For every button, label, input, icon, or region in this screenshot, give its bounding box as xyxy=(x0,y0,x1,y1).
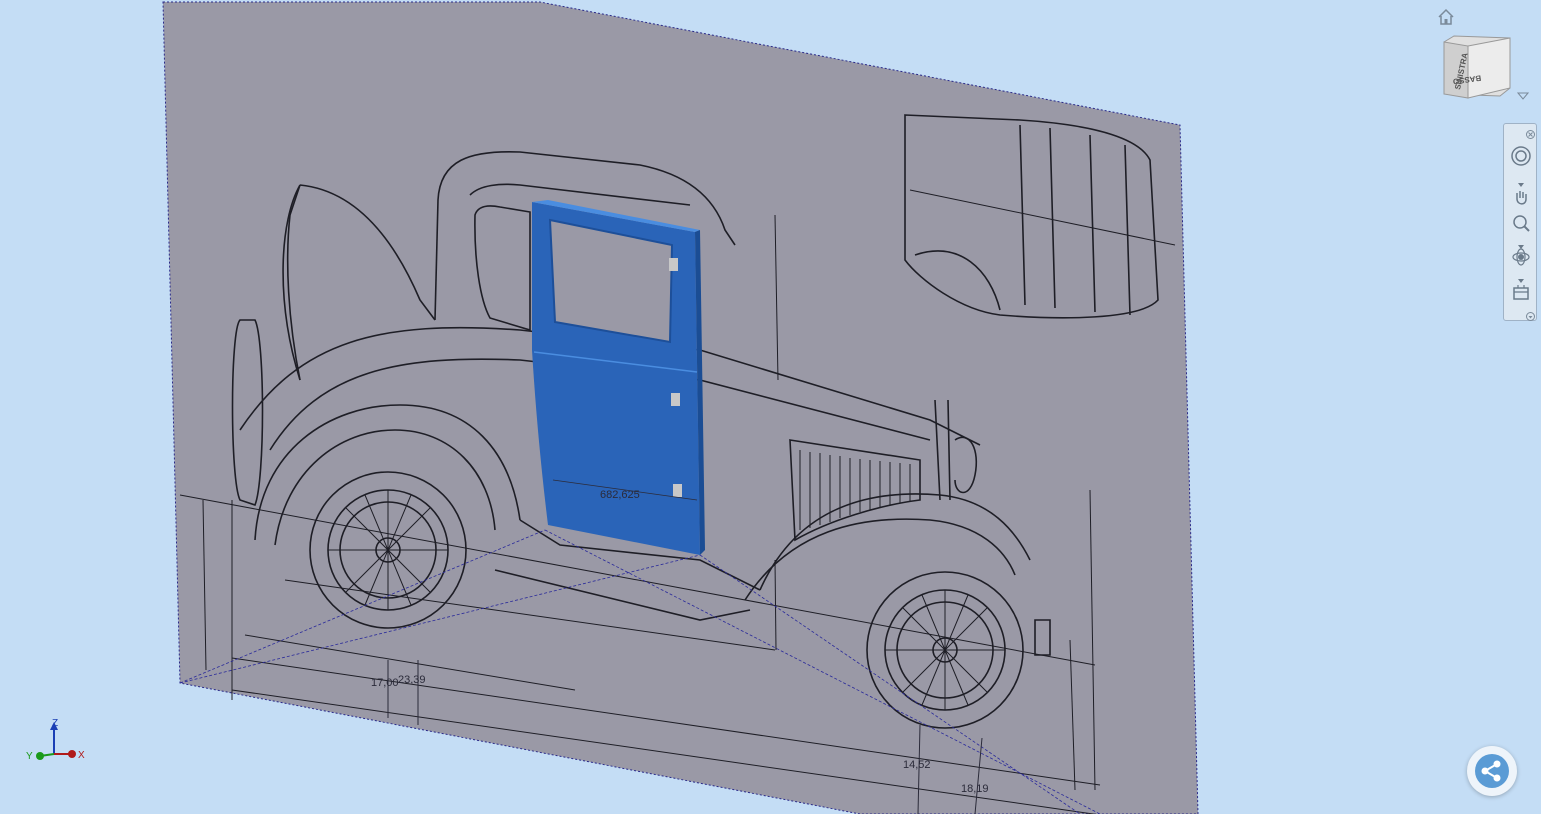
options-icon xyxy=(1526,312,1535,321)
zoom-dropdown[interactable] xyxy=(1517,237,1525,249)
navbar-options-button[interactable] xyxy=(1526,308,1535,321)
dimension-d[interactable]: 18,19 xyxy=(961,783,989,795)
home-view-button[interactable] xyxy=(1437,8,1455,26)
door-hinge-middle[interactable] xyxy=(671,393,680,406)
navigation-bar xyxy=(1503,123,1537,321)
orbit-dropdown[interactable] xyxy=(1517,271,1525,283)
axis-triad: Z Y X xyxy=(22,716,92,766)
triangle-down-icon xyxy=(1516,92,1530,100)
share-button-inner xyxy=(1475,754,1509,788)
view-cube-menu-button[interactable] xyxy=(1516,88,1530,100)
orbit-button[interactable] xyxy=(1510,246,1532,268)
share-button[interactable] xyxy=(1467,746,1517,796)
dimension-c[interactable]: 14,52 xyxy=(903,759,931,771)
dimension-b[interactable]: 23,39 xyxy=(398,674,426,686)
door-part[interactable] xyxy=(532,200,705,555)
home-icon xyxy=(1438,8,1454,25)
orbit-icon xyxy=(1512,248,1530,266)
navbar-close-button[interactable] xyxy=(1526,126,1535,139)
look-at-icon xyxy=(1513,285,1529,300)
hand-pan-icon xyxy=(1516,191,1527,205)
zoom-icon xyxy=(1513,215,1530,232)
dimension-a[interactable]: 17,00 xyxy=(371,677,399,689)
pan-button[interactable] xyxy=(1510,187,1532,209)
look-at-button[interactable] xyxy=(1510,281,1532,303)
steering-wheel-icon xyxy=(1511,146,1531,166)
door-hinge-bottom[interactable] xyxy=(673,484,682,497)
y-axis-label: Y xyxy=(26,751,33,762)
door-hinge-top[interactable] xyxy=(669,258,678,271)
3d-viewport[interactable]: 682,625 17,00 23,39 14,52 18,19 xyxy=(0,0,1541,814)
zoom-button[interactable] xyxy=(1510,212,1532,234)
dimension-door-width[interactable]: 682,625 xyxy=(600,489,640,501)
steering-wheel-button[interactable] xyxy=(1510,145,1532,167)
steering-wheel-dropdown[interactable] xyxy=(1517,175,1525,187)
z-axis-label: Z xyxy=(52,718,58,729)
close-icon xyxy=(1526,130,1535,139)
x-axis-label: X xyxy=(78,750,85,761)
view-cube-right-face[interactable] xyxy=(1467,37,1511,99)
share-icon xyxy=(1481,760,1501,782)
view-cube[interactable]: SINISTRA BASSO xyxy=(1440,34,1516,100)
